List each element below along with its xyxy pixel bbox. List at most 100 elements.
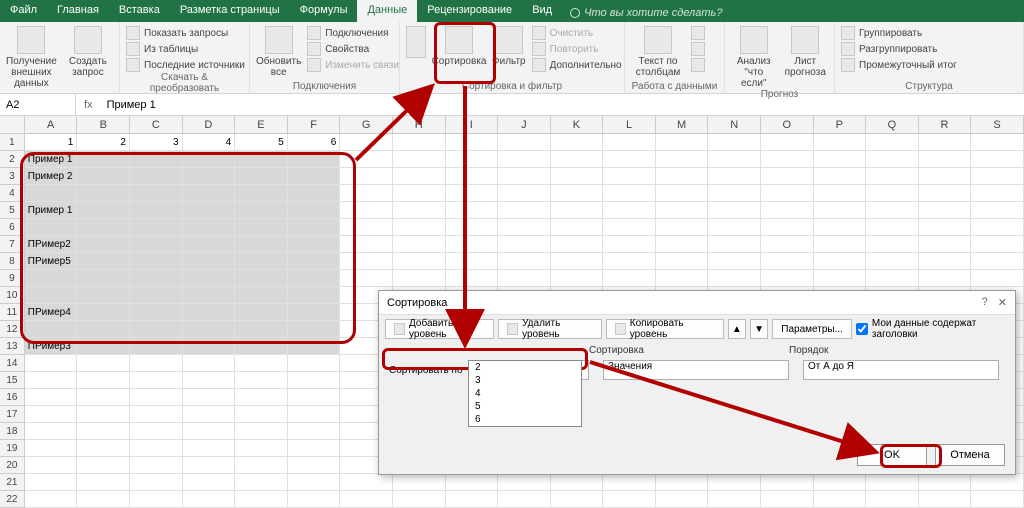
- cell[interactable]: [235, 321, 288, 338]
- row-header[interactable]: 8: [0, 253, 25, 270]
- cell[interactable]: [77, 287, 130, 304]
- cell[interactable]: [288, 185, 341, 202]
- cell[interactable]: [77, 236, 130, 253]
- cell[interactable]: [866, 253, 919, 270]
- row-header[interactable]: 20: [0, 457, 25, 474]
- cell[interactable]: [603, 185, 656, 202]
- cell[interactable]: [25, 491, 78, 508]
- cell[interactable]: [130, 355, 183, 372]
- column-header[interactable]: E: [235, 116, 288, 134]
- cell[interactable]: [446, 491, 499, 508]
- cell[interactable]: [498, 168, 551, 185]
- whatif-button[interactable]: Анализ "что если": [731, 24, 777, 89]
- cell[interactable]: [761, 253, 814, 270]
- cell[interactable]: [761, 270, 814, 287]
- cell[interactable]: [183, 287, 236, 304]
- cell[interactable]: [235, 423, 288, 440]
- tab-review[interactable]: Рецензирование: [417, 0, 522, 22]
- tab-layout[interactable]: Разметка страницы: [170, 0, 290, 22]
- cell[interactable]: [235, 457, 288, 474]
- cell[interactable]: 2: [77, 134, 130, 151]
- cell[interactable]: [25, 355, 78, 372]
- column-header[interactable]: B: [77, 116, 130, 134]
- cell[interactable]: [708, 491, 761, 508]
- cell[interactable]: [288, 202, 341, 219]
- cell[interactable]: [814, 151, 867, 168]
- cell[interactable]: [288, 287, 341, 304]
- cell[interactable]: [25, 440, 78, 457]
- cell[interactable]: [183, 321, 236, 338]
- column-header[interactable]: D: [183, 116, 236, 134]
- cell[interactable]: [551, 202, 604, 219]
- column-header[interactable]: N: [708, 116, 761, 134]
- reapply-button[interactable]: Повторить: [532, 42, 622, 56]
- cell[interactable]: [288, 304, 341, 321]
- cell[interactable]: [288, 389, 341, 406]
- cell[interactable]: [183, 236, 236, 253]
- cell[interactable]: [235, 355, 288, 372]
- dropdown-option[interactable]: 3: [469, 374, 581, 387]
- cell[interactable]: [656, 219, 709, 236]
- cell[interactable]: [130, 440, 183, 457]
- cell[interactable]: [814, 474, 867, 491]
- sort-button[interactable]: Сортировка: [432, 24, 486, 67]
- cell[interactable]: [77, 389, 130, 406]
- cell[interactable]: [393, 151, 446, 168]
- select-all-corner[interactable]: [0, 116, 25, 134]
- cell[interactable]: 4: [183, 134, 236, 151]
- cell[interactable]: [25, 270, 78, 287]
- cell[interactable]: [130, 270, 183, 287]
- cell[interactable]: [603, 219, 656, 236]
- name-box[interactable]: A2: [0, 94, 76, 115]
- cell[interactable]: [25, 287, 78, 304]
- column-header[interactable]: O: [761, 116, 814, 134]
- cell[interactable]: [130, 219, 183, 236]
- row-header[interactable]: 15: [0, 372, 25, 389]
- cell[interactable]: [603, 474, 656, 491]
- cell[interactable]: [130, 474, 183, 491]
- cell[interactable]: [235, 304, 288, 321]
- cell[interactable]: [25, 321, 78, 338]
- cell[interactable]: [656, 474, 709, 491]
- cell[interactable]: [971, 219, 1024, 236]
- cell[interactable]: [77, 270, 130, 287]
- cell[interactable]: [77, 338, 130, 355]
- column-header[interactable]: P: [814, 116, 867, 134]
- cell[interactable]: [603, 491, 656, 508]
- cell[interactable]: ПРимер5: [25, 253, 78, 270]
- cell[interactable]: [498, 253, 551, 270]
- properties-button[interactable]: Свойства: [307, 42, 399, 56]
- column-header[interactable]: G: [340, 116, 393, 134]
- cell[interactable]: [235, 270, 288, 287]
- cell[interactable]: [77, 321, 130, 338]
- row-header[interactable]: 3: [0, 168, 25, 185]
- cell[interactable]: [130, 185, 183, 202]
- row-header[interactable]: 2: [0, 151, 25, 168]
- cell[interactable]: [288, 219, 341, 236]
- cell[interactable]: [130, 389, 183, 406]
- column-header[interactable]: A: [25, 116, 78, 134]
- cell[interactable]: [971, 253, 1024, 270]
- cell[interactable]: [761, 168, 814, 185]
- row-header[interactable]: 22: [0, 491, 25, 508]
- row-header[interactable]: 5: [0, 202, 25, 219]
- cell[interactable]: [183, 423, 236, 440]
- cell[interactable]: ПРимер2: [25, 236, 78, 253]
- cell[interactable]: [340, 270, 393, 287]
- cell[interactable]: [235, 491, 288, 508]
- column-header[interactable]: C: [130, 116, 183, 134]
- cell[interactable]: [971, 474, 1024, 491]
- cell[interactable]: [498, 491, 551, 508]
- sortby-dropdown[interactable]: 23456: [468, 360, 582, 427]
- cell[interactable]: 6: [288, 134, 341, 151]
- cell[interactable]: [288, 474, 341, 491]
- cell[interactable]: [130, 304, 183, 321]
- cell[interactable]: [919, 134, 972, 151]
- dropdown-option[interactable]: 6: [469, 413, 581, 426]
- cell[interactable]: [77, 406, 130, 423]
- cell[interactable]: [814, 202, 867, 219]
- cell[interactable]: [761, 134, 814, 151]
- cell[interactable]: [919, 202, 972, 219]
- row-header[interactable]: 6: [0, 219, 25, 236]
- cell[interactable]: [235, 185, 288, 202]
